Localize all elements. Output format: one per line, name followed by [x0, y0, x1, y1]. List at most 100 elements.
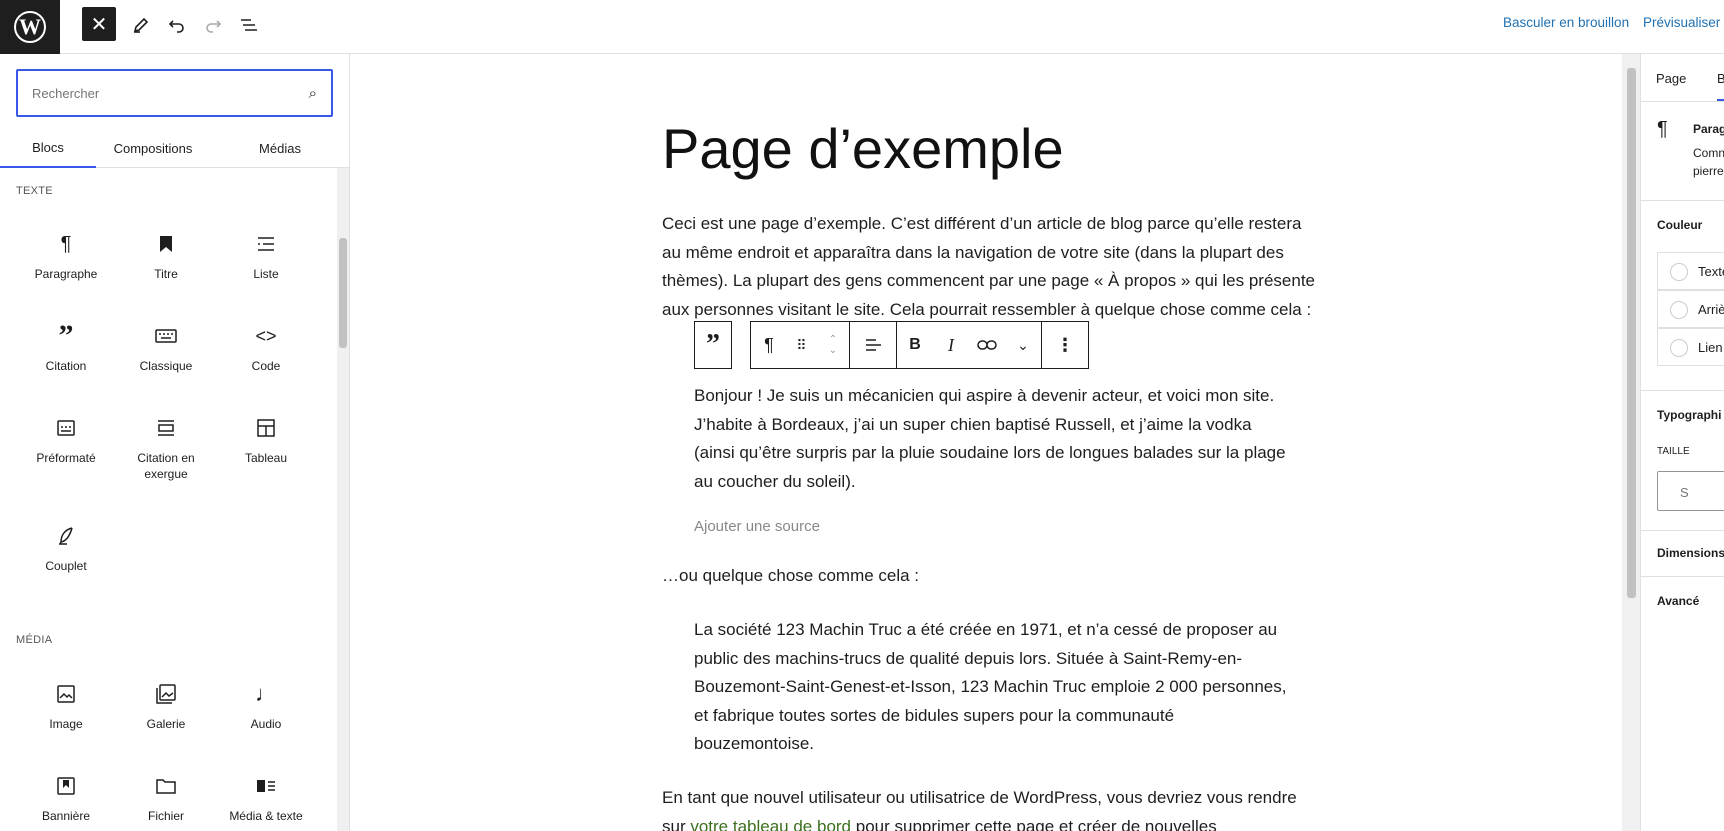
- inserter-scrollbar[interactable]: [337, 168, 349, 831]
- align-button[interactable]: [850, 322, 896, 368]
- canvas-scrollbar[interactable]: [1622, 54, 1640, 831]
- quote-block-2[interactable]: La société 123 Machin Truc a été créée e…: [694, 616, 1294, 759]
- outro-text-end: pour supprimer cette page et créer de no…: [851, 816, 1217, 831]
- category-text-label: TEXTE: [16, 185, 53, 197]
- color-swatch: [1670, 301, 1688, 319]
- tab-block[interactable]: B: [1717, 71, 1724, 86]
- preview-link[interactable]: Prévisualiser: [1643, 15, 1720, 30]
- block-heading[interactable]: Titre: [116, 226, 216, 282]
- block-image[interactable]: Image: [16, 676, 116, 732]
- more-vertical-icon: ⋮: [1056, 334, 1074, 355]
- color-background-row[interactable]: Arriè: [1657, 290, 1724, 328]
- category-media-label: MÉDIA: [16, 634, 53, 646]
- editor-canvas: Page d’exemple Ceci est une page d’exemp…: [350, 54, 1640, 831]
- page-title[interactable]: Page d’exemple: [662, 116, 1064, 181]
- block-preformatted[interactable]: Préformaté: [16, 410, 116, 466]
- tab-page[interactable]: Page: [1656, 71, 1686, 86]
- block-verse[interactable]: Couplet: [16, 518, 116, 574]
- divider: [1641, 576, 1724, 577]
- block-audio[interactable]: ♩ Audio: [216, 676, 316, 732]
- font-size-select[interactable]: S: [1657, 471, 1724, 511]
- block-label: Citation en exergue: [137, 451, 195, 481]
- block-table[interactable]: Tableau: [216, 410, 316, 466]
- color-link-row[interactable]: Lien: [1657, 328, 1724, 366]
- audio-icon: ♩: [255, 681, 277, 706]
- italic-button[interactable]: I: [933, 322, 969, 368]
- dashboard-link[interactable]: votre tableau de bord: [690, 817, 851, 831]
- link-button[interactable]: [969, 322, 1005, 368]
- typography-heading[interactable]: Typographi: [1657, 408, 1721, 422]
- block-label: Paragraphe: [34, 267, 98, 281]
- block-gallery[interactable]: Galerie: [116, 676, 216, 732]
- block-label: Tableau: [244, 451, 288, 465]
- block-cover[interactable]: Bannière: [16, 768, 116, 824]
- italic-icon: I: [948, 334, 954, 355]
- block-media-text[interactable]: Média & texte: [216, 768, 316, 824]
- block-label: Média & texte: [229, 809, 303, 823]
- tab-blocks[interactable]: Blocs: [0, 128, 96, 168]
- scrollbar-thumb[interactable]: [339, 238, 347, 348]
- search-input[interactable]: [32, 85, 309, 101]
- tools-button[interactable]: [123, 7, 159, 43]
- close-icon: ✕: [90, 13, 108, 36]
- block-label: Image: [49, 717, 83, 731]
- divider: [1641, 200, 1724, 201]
- paragraph-transform-button[interactable]: ¶: [751, 322, 787, 368]
- tab-patterns[interactable]: Compositions: [100, 128, 206, 168]
- color-swatch: [1670, 339, 1688, 357]
- image-icon: [16, 676, 116, 712]
- between-paragraph[interactable]: …ou quelque chose comme cela :: [662, 562, 1322, 591]
- block-code[interactable]: <> Code: [216, 318, 316, 374]
- block-paragraph[interactable]: ¶ Paragraphe: [16, 226, 116, 282]
- file-icon: [116, 768, 216, 804]
- undo-button[interactable]: [159, 7, 195, 43]
- color-label: Texte: [1698, 264, 1724, 279]
- media-text-icon: [216, 768, 316, 804]
- block-file[interactable]: Fichier: [116, 768, 216, 824]
- intro-paragraph[interactable]: Ceci est une page d’exemple. C’est diffé…: [662, 210, 1322, 324]
- quote-citation-input[interactable]: Ajouter une source: [694, 518, 820, 535]
- tab-media[interactable]: Médias: [230, 128, 330, 168]
- outro-paragraph[interactable]: En tant que nouvel utilisateur ou utilis…: [662, 784, 1322, 831]
- block-toolbar: ”: [694, 321, 732, 369]
- search-icon: ⌕: [308, 84, 317, 102]
- dimensions-panel[interactable]: Dimensions: [1657, 546, 1724, 560]
- block-label: Liste: [253, 267, 279, 281]
- list-icon: [216, 226, 316, 262]
- quote-icon: ”: [706, 329, 720, 360]
- chevron-down-icon: ⌄: [828, 345, 838, 356]
- drag-handle[interactable]: ⠿: [787, 322, 817, 368]
- block-list[interactable]: Liste: [216, 226, 316, 282]
- bold-button[interactable]: B: [897, 322, 933, 368]
- align-left-icon: [866, 339, 881, 351]
- table-icon: [216, 410, 316, 446]
- wordpress-icon: W: [14, 11, 46, 43]
- document-overview-button[interactable]: [231, 7, 267, 43]
- align-group: [850, 322, 897, 368]
- block-label: Préformaté: [36, 451, 96, 465]
- redo-button[interactable]: [195, 7, 231, 43]
- close-inserter-button[interactable]: ✕: [82, 7, 116, 41]
- move-buttons[interactable]: ⌃ ⌄: [817, 322, 849, 368]
- block-quote[interactable]: ” Citation: [16, 318, 116, 374]
- quote-transform-button[interactable]: ”: [695, 322, 731, 368]
- quote-block-1[interactable]: Bonjour ! Je suis un mécanicien qui aspi…: [694, 382, 1294, 496]
- link-icon: [977, 340, 997, 350]
- block-name: Parag: [1693, 122, 1724, 136]
- block-label: Audio: [250, 717, 282, 731]
- options-group: ⋮: [1042, 322, 1088, 368]
- advanced-panel[interactable]: Avancé: [1657, 594, 1699, 608]
- pullquote-icon: [116, 410, 216, 446]
- color-text-row[interactable]: Texte: [1657, 252, 1724, 290]
- block-label: Code: [251, 359, 281, 373]
- switch-to-draft-link[interactable]: Basculer en brouillon: [1503, 15, 1629, 30]
- gallery-icon: [116, 676, 216, 712]
- code-icon: <>: [255, 325, 277, 346]
- more-formats-button[interactable]: ⌄: [1005, 322, 1041, 368]
- block-label: Couplet: [45, 559, 87, 573]
- block-pullquote[interactable]: Citation en exergue: [116, 410, 216, 482]
- block-classic[interactable]: Classique: [116, 318, 216, 374]
- wordpress-logo[interactable]: W: [0, 0, 60, 54]
- block-options-button[interactable]: ⋮: [1042, 322, 1088, 368]
- scrollbar-thumb[interactable]: [1627, 68, 1636, 598]
